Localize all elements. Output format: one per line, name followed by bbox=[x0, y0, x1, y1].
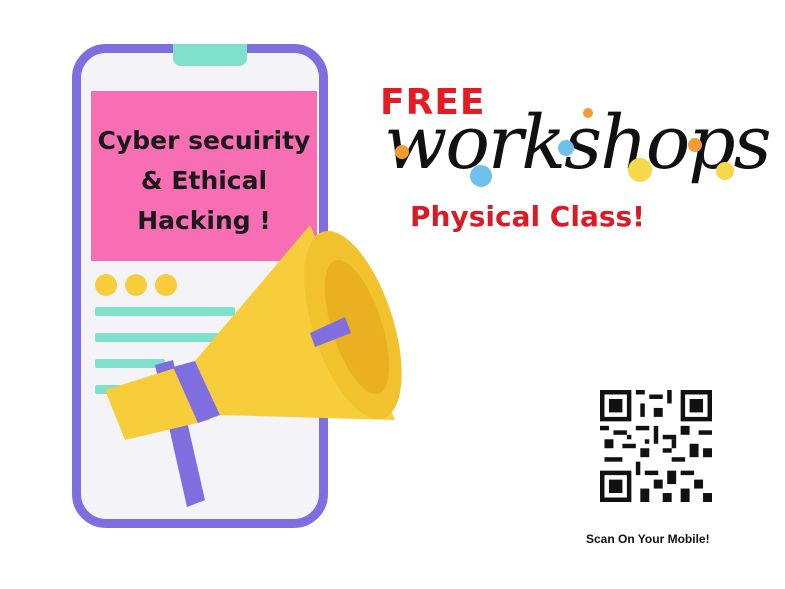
confetti-dot bbox=[716, 162, 734, 180]
confetti-dot bbox=[583, 108, 593, 118]
qr-caption: Scan On Your Mobile! bbox=[586, 532, 710, 546]
phone-notch bbox=[173, 44, 247, 66]
physical-class-subtitle: Physical Class! bbox=[410, 200, 645, 233]
confetti-dot bbox=[628, 158, 652, 182]
confetti-dot bbox=[688, 138, 702, 152]
confetti-dot bbox=[395, 145, 409, 159]
confetti-dot bbox=[558, 140, 574, 156]
qr-code-icon[interactable] bbox=[600, 390, 712, 502]
confetti-dot bbox=[470, 165, 492, 187]
megaphone-icon bbox=[105, 225, 402, 507]
workshops-title: workshops bbox=[384, 100, 772, 186]
